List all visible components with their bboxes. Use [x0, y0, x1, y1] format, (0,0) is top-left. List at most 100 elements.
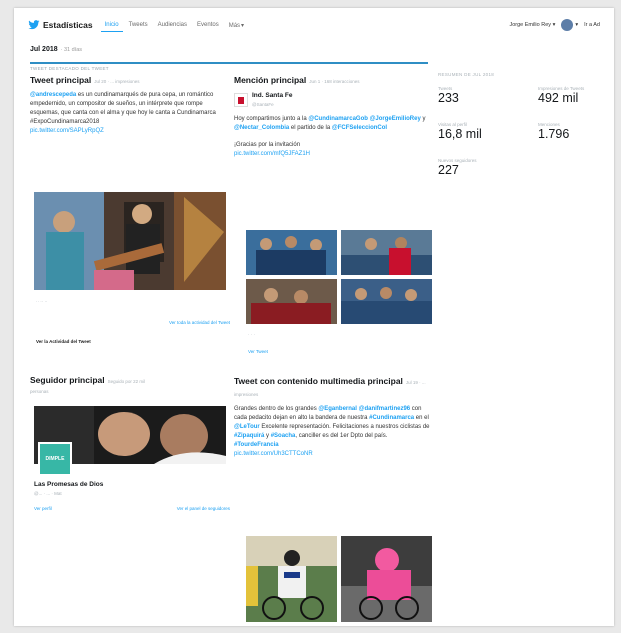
account-menu[interactable]: Jorge Emilio Rey ▾	[509, 22, 555, 28]
top-tweet-photo[interactable]	[34, 192, 226, 290]
hashtag-link[interactable]: #TourdeFrancia	[234, 442, 279, 448]
chevron-down-icon: ▾	[552, 22, 556, 28]
view-tweet-activity-link[interactable]: Ver la Actividad del Tweet	[36, 337, 230, 346]
media-tweet-title: Tweet con contenido multimedia principal	[234, 376, 403, 386]
pic-link[interactable]: pic.twitter.com/Uh3CTTCoNR	[234, 451, 313, 457]
stat-impressions: Impresiones de Tweets 492 mil	[538, 86, 584, 105]
mention-link[interactable]: @LeTour	[234, 424, 260, 430]
team-photo-image	[341, 230, 432, 275]
top-tweet-footer: ·· ·· ·· Ver toda la actividad del Tweet…	[36, 297, 230, 346]
mention-account-handle: @SantaFe	[252, 102, 274, 107]
tab-audiencias[interactable]: Audiencias	[154, 19, 191, 31]
mention-body-4: ¡Gracias por la invitación	[234, 142, 301, 148]
period-selector[interactable]: Jul 2018 · 31 días	[30, 46, 82, 53]
stat-profile-visits: Visitas al perfil 16,8 mil	[438, 122, 482, 141]
follower-logo-icon: DIMPLE	[38, 442, 72, 476]
mention-link[interactable]: @JorgeEmilioRey	[370, 116, 421, 122]
mention-stats-icons: · · ·	[248, 332, 255, 337]
media-tweet-photos[interactable]	[246, 536, 432, 622]
mention-photo-grid[interactable]	[246, 230, 432, 324]
top-tweet-card: Tweet principal Jul 20 · ... impresiones …	[30, 76, 230, 136]
concert-photo-image	[34, 192, 226, 290]
mention-link[interactable]: @Nectar_Colombia	[234, 125, 289, 131]
stat-tweets: Tweets 233	[438, 86, 459, 105]
media-body-3: en el	[414, 415, 429, 421]
top-follower-title: Seguidor principal	[30, 375, 105, 385]
mention-link[interactable]: @andrescepeda	[30, 92, 76, 98]
mention-text: Hoy compartimos junto a la @Cundinamarca…	[234, 115, 430, 159]
mention-body-1: Hoy compartimos junto a la	[234, 116, 309, 122]
mention-account[interactable]: Ind. Santa Fe @SantaFe	[234, 91, 430, 109]
top-mention-meta: Jun 1 · 168 interacciones	[309, 79, 360, 84]
top-mention-title: Mención principal	[234, 75, 307, 85]
media-body-1: Grandes dentro de los grandes	[234, 406, 319, 412]
ads-link[interactable]: Ir a Ad	[584, 22, 600, 28]
mention-body-3: el partido de la	[289, 125, 332, 131]
view-followers-dashboard-link[interactable]: Ver el panel de seguidores	[177, 504, 230, 513]
santafe-logo-icon	[234, 93, 248, 107]
mention-link[interactable]: @CundinamarcaGob	[308, 116, 368, 122]
period-month: Jul 2018	[30, 46, 58, 53]
avatar	[561, 19, 574, 31]
follower-logo-text: DIMPLE	[45, 456, 65, 462]
chevron-down-icon: ▾	[575, 22, 579, 28]
view-all-activity-link[interactable]: Ver toda la actividad del Tweet	[36, 318, 230, 327]
mention-link[interactable]: @danifmartinez96	[359, 406, 411, 412]
top-media-tweet-card: Tweet con contenido multimedia principal…	[234, 376, 432, 459]
tab-inicio[interactable]: Inicio	[100, 19, 123, 32]
follower-info: Las Promesas de Dios @... · ... · Mat Ve…	[34, 480, 230, 513]
stat-impressions-value: 492 mil	[538, 91, 579, 105]
stat-followers-value: 227	[438, 163, 459, 177]
tab-tweets[interactable]: Tweets	[125, 19, 152, 31]
avatar-menu[interactable]: ▾	[561, 19, 578, 31]
stat-new-followers: Nuevos seguidores 227	[438, 158, 477, 177]
section-divider	[30, 62, 428, 64]
view-profile-link[interactable]: Ver perfil	[34, 504, 52, 513]
brand[interactable]: Estadísticas	[28, 20, 93, 30]
top-follower-sub: personas	[30, 389, 49, 394]
summary-label: RESUMEN DE JUL 2018	[438, 72, 495, 77]
team-photo-image	[246, 230, 337, 275]
top-tweet-meta: Jul 20 · ... impresiones	[94, 79, 140, 84]
tab-eventos[interactable]: Eventos	[193, 19, 223, 31]
media-body-4: Excelente representación. Felicitaciones…	[259, 424, 430, 430]
top-follower-meta: Seguido por 22 mil	[107, 379, 146, 384]
pic-link[interactable]: pic.twitter.com/SAPLyRpQZ	[30, 128, 104, 134]
summary-panel: RESUMEN DE JUL 2018 Tweets 233 Impresion…	[438, 72, 608, 177]
cyclist-photo-image	[341, 536, 432, 622]
mention-link[interactable]: @FCFSeleccionCol	[332, 125, 387, 131]
account-area: Jorge Emilio Rey ▾ ▾ Ir a Ad	[509, 19, 600, 31]
brand-label: Estadísticas	[43, 20, 93, 30]
top-follower-card: Seguidor principal Seguido por 22 mil per…	[30, 376, 230, 396]
top-navigation: Estadísticas Inicio Tweets Audiencias Ev…	[14, 8, 614, 42]
top-tweet-text: @andrescepeda es un cundinamarqués de pu…	[30, 91, 230, 136]
view-tweet-link[interactable]: Ver Tweet	[248, 347, 430, 356]
mention-footer: · · · Ver Tweet	[248, 330, 430, 356]
mention-link[interactable]: @Eganbernal	[318, 406, 357, 412]
hashtag-link[interactable]: #Soacha	[271, 433, 296, 439]
hashtag-link[interactable]: #Cundinamarca	[369, 415, 414, 421]
twitter-bird-icon	[28, 20, 40, 30]
tab-mas[interactable]: Más▾	[225, 19, 248, 32]
chevron-down-icon: ▾	[241, 22, 245, 29]
pic-link[interactable]: pic.twitter.com/mfQ5JFAZ1H	[234, 150, 430, 159]
period-days: · 31 días	[60, 47, 83, 53]
stat-mentions: Menciones 1.796	[538, 122, 569, 141]
hashtag-link[interactable]: #Zipaquirá	[234, 433, 264, 439]
follower-handle: @... · ... · Mat	[34, 491, 62, 496]
section-label: TWEET DESTACADO DEL TWEET	[30, 66, 109, 71]
mention-body-2: y	[420, 116, 426, 122]
team-photo-image	[341, 279, 432, 324]
follower-name[interactable]: Las Promesas de Dios	[34, 480, 230, 489]
stat-visits-value: 16,8 mil	[438, 127, 482, 141]
media-tweet-text: Grandes dentro de los grandes @Eganberna…	[234, 405, 432, 459]
tweet-stats: ·· ·· ··	[36, 299, 48, 304]
top-mention-card: Mención principal Jun 1 · 168 interaccion…	[234, 76, 430, 159]
media-body-6: , canciller es del 1er Dpto del país.	[295, 433, 388, 439]
tab-mas-label: Más	[228, 22, 241, 29]
stat-tweets-value: 233	[438, 91, 459, 105]
analytics-page: Estadísticas Inicio Tweets Audiencias Ev…	[14, 8, 614, 626]
account-name: Jorge Emilio Rey	[509, 22, 552, 28]
team-photo-image	[246, 279, 337, 324]
cyclist-photo-image	[246, 536, 337, 622]
